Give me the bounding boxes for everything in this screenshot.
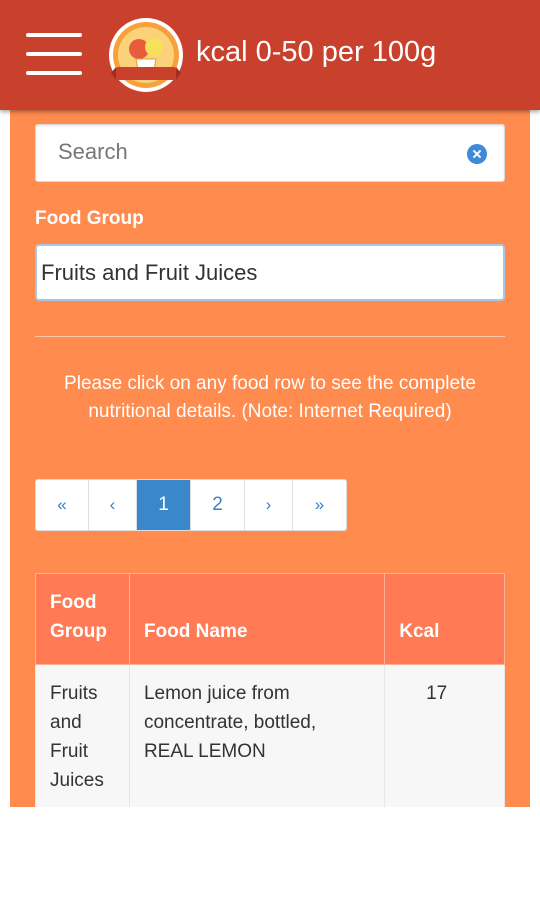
column-header-food-group: Food Group: [35, 573, 130, 665]
calories-logo: [109, 18, 183, 92]
cell-food-group: Fruits and Fruit Juices: [35, 664, 130, 807]
main-content: Food Group Fruits and Fruit Juices Pleas…: [10, 110, 530, 807]
cell-kcal: 17: [384, 664, 505, 807]
page-2-button[interactable]: 2: [191, 480, 245, 530]
food-group-selected-value: Fruits and Fruit Juices: [41, 260, 258, 285]
next-page-button[interactable]: ›: [245, 480, 293, 530]
hamburger-menu-icon[interactable]: [26, 33, 82, 77]
food-group-select[interactable]: Fruits and Fruit Juices: [35, 244, 505, 301]
first-page-button[interactable]: «: [36, 480, 89, 530]
previous-page-button[interactable]: ‹: [89, 480, 137, 530]
page-1-button[interactable]: 1: [137, 480, 191, 530]
column-header-kcal: Kcal: [384, 573, 505, 665]
search-input[interactable]: [58, 137, 458, 167]
column-header-food-name: Food Name: [128, 573, 386, 665]
table-header-row: Food Group Food Name Kcal: [35, 573, 505, 665]
page-title: kcal 0-50 per 100g: [196, 36, 437, 68]
food-group-label: Food Group: [35, 208, 144, 229]
pagination: « ‹ 1 2 › »: [35, 479, 347, 531]
info-notice: Please click on any food row to see the …: [64, 373, 476, 422]
cell-food-name: Lemon juice from concentrate, bottled, R…: [128, 664, 386, 807]
food-table: Food Group Food Name Kcal Fruits and Fru…: [35, 573, 505, 807]
table-row[interactable]: Fruits and Fruit Juices Lemon juice from…: [35, 664, 505, 807]
divider: [35, 336, 505, 337]
app-bar: kcal 0-50 per 100g: [0, 0, 540, 110]
search-box: [35, 124, 505, 182]
clear-circle-icon[interactable]: [467, 144, 487, 164]
last-page-button[interactable]: »: [293, 480, 346, 530]
